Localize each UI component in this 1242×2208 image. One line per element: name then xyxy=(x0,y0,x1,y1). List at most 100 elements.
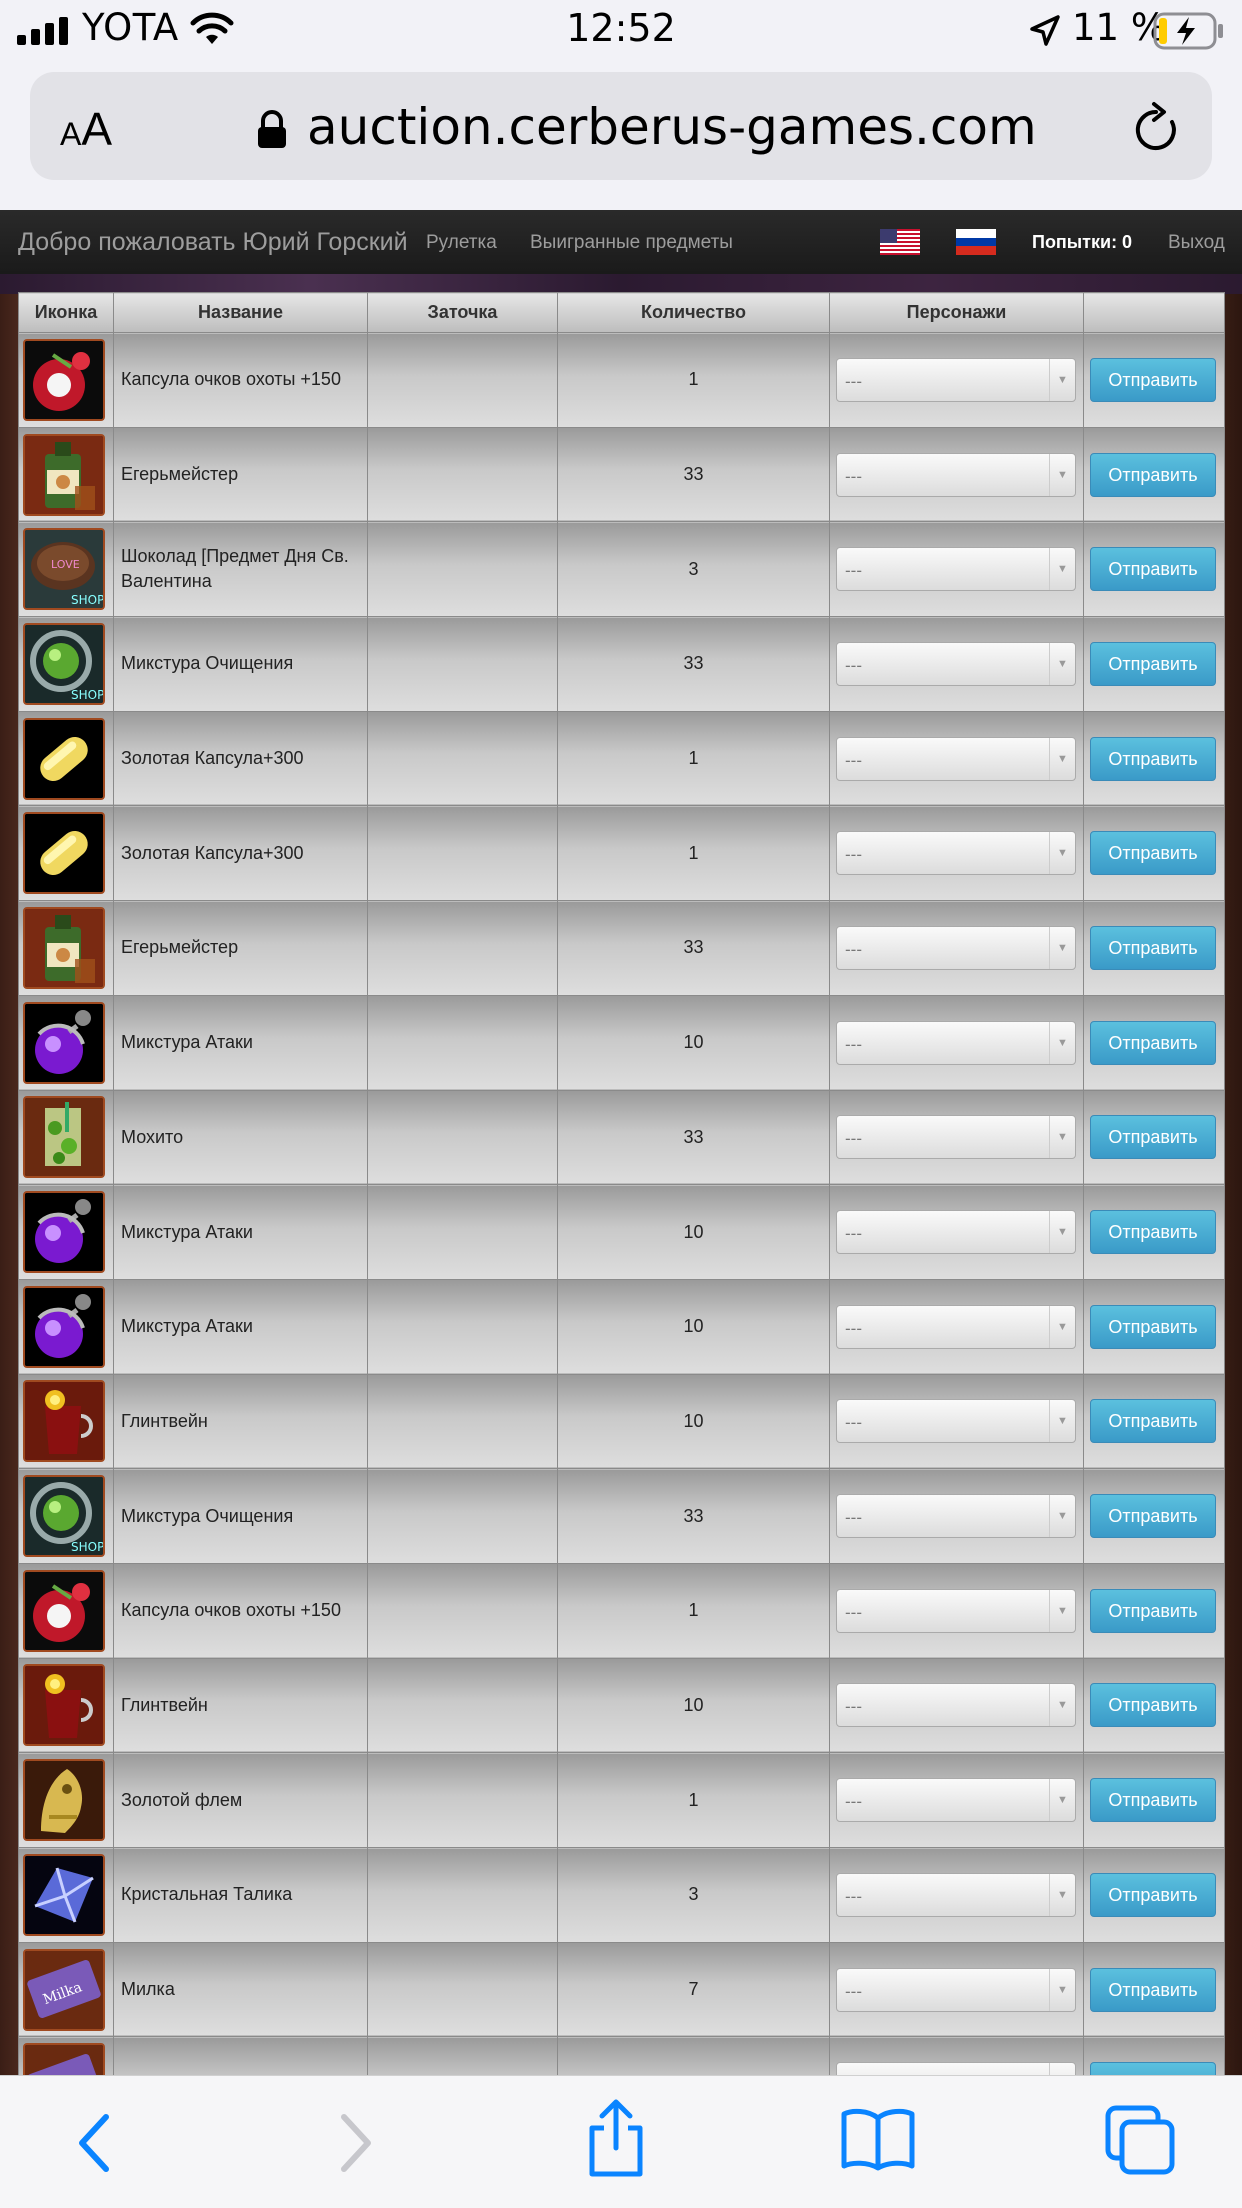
character-select[interactable]: ---▼ xyxy=(836,1872,1076,1917)
nav-won-items-link[interactable]: Выигранные предметы xyxy=(530,232,733,254)
item-name: Милка xyxy=(113,1941,368,2038)
table-row: Егерьмейстер 33 --- ▼ Отправить xyxy=(18,426,1225,523)
bookmarks-icon[interactable] xyxy=(840,2106,916,2172)
send-button[interactable]: Отправить xyxy=(1090,641,1216,686)
icon-cell xyxy=(18,1847,114,1943)
icon-cell: Milka xyxy=(18,2036,114,2075)
character-cell: --- ▼ xyxy=(829,900,1084,996)
send-button[interactable]: Отправить xyxy=(1090,1020,1216,1065)
character-select[interactable]: --- ▼ xyxy=(836,1683,1076,1728)
table-row: Микстура Атаки 10 --- ▼ Отправить xyxy=(18,994,1225,1091)
send-button[interactable]: Отправить xyxy=(1090,736,1216,781)
table-row: Кристальная Талика 3 --- ▼ Отправить xyxy=(18,1847,1225,1943)
item-quantity: 33 xyxy=(557,900,830,996)
character-select[interactable]: ---▼ xyxy=(836,1588,1076,1633)
item-quantity: 1 xyxy=(557,805,830,902)
character-select[interactable]: ---▼ xyxy=(836,1967,1076,2012)
send-button[interactable]: Отправить xyxy=(1090,1115,1216,1160)
tabs-icon[interactable] xyxy=(1104,2104,1178,2176)
character-cell: --- ▼ xyxy=(829,1657,1084,1754)
chevron-down-icon: ▼ xyxy=(1049,1305,1075,1348)
character-select[interactable]: ---▼ xyxy=(836,547,1076,592)
gold-figure-icon xyxy=(23,1759,105,1842)
table-row: Milka Милка 7 --- ▼ Отправить xyxy=(18,1941,1225,2038)
character-select[interactable]: ---▼ xyxy=(836,1020,1076,1065)
send-button[interactable]: Отправить xyxy=(1090,831,1216,876)
text-size-button[interactable]: AA xyxy=(60,102,112,156)
icon-cell: Milka xyxy=(18,1941,114,2038)
ru-flag-icon[interactable] xyxy=(956,229,996,255)
reload-icon[interactable] xyxy=(1132,100,1182,156)
icon-cell xyxy=(18,1373,114,1470)
battery-charging-icon xyxy=(1153,12,1223,50)
item-name: Кристальная Талика xyxy=(113,1847,368,1943)
mojito-icon xyxy=(23,1096,105,1179)
column-header: Количество xyxy=(557,292,830,333)
character-select[interactable]: ---▼ xyxy=(836,1399,1076,1444)
table-row: Золотая Капсула+300 1 --- ▼ Отправить xyxy=(18,710,1225,807)
send-button[interactable]: Отправить xyxy=(1090,1967,1216,2012)
character-select[interactable]: ---▼ xyxy=(836,1210,1076,1255)
item-name: Капсула очков охоты +150 xyxy=(113,332,368,428)
character-select[interactable]: ---▼ xyxy=(836,452,1076,497)
character-select[interactable]: ---▼ xyxy=(836,1494,1076,1539)
nav-roulette-link[interactable]: Рулетка xyxy=(426,232,497,254)
liquor-bottle-icon xyxy=(23,433,105,516)
us-flag-icon[interactable] xyxy=(880,229,920,255)
character-cell: --- ▼ xyxy=(829,710,1084,807)
character-cell: --- ▼ xyxy=(829,1373,1084,1470)
character-select[interactable]: ---▼ xyxy=(836,1304,1076,1349)
send-button[interactable]: Отправить xyxy=(1090,547,1216,592)
character-select[interactable]: ---▼ xyxy=(836,925,1076,970)
character-cell: --- ▼ xyxy=(829,332,1084,428)
character-select[interactable]: ---▼ xyxy=(836,2062,1076,2075)
logout-link[interactable]: Выход xyxy=(1168,232,1225,254)
action-cell: Отправить xyxy=(1083,1562,1225,1659)
forward-icon[interactable] xyxy=(330,2111,380,2175)
send-button[interactable]: Отправить xyxy=(1090,1778,1216,1823)
character-select[interactable]: ---▼ xyxy=(836,831,1076,876)
action-cell: Отправить xyxy=(1083,1847,1225,1943)
table-row: Milka ---▼ Отправить xyxy=(18,2036,1225,2075)
chevron-down-icon: ▼ xyxy=(1049,642,1075,685)
column-header: Заточка xyxy=(367,292,558,333)
icon-cell xyxy=(18,710,114,807)
table-row: Глинтвейн 10 --- ▼ Отправить xyxy=(18,1373,1225,1470)
action-cell: Отправить xyxy=(1083,805,1225,902)
send-button[interactable]: Отправить xyxy=(1090,1304,1216,1349)
item-quantity xyxy=(557,2036,830,2075)
item-name xyxy=(113,2036,368,2075)
select-value: --- xyxy=(845,1697,862,1717)
character-select[interactable]: ---▼ xyxy=(836,357,1076,402)
send-button[interactable]: Отправить xyxy=(1090,1588,1216,1633)
send-button[interactable]: Отправить xyxy=(1090,1210,1216,1255)
item-enchant xyxy=(367,1373,558,1470)
item-quantity: 33 xyxy=(557,616,830,712)
item-quantity: 3 xyxy=(557,1847,830,1943)
send-button[interactable]: Отправить xyxy=(1090,2062,1216,2075)
chevron-down-icon: ▼ xyxy=(1049,1779,1075,1822)
send-button[interactable]: Отправить xyxy=(1090,925,1216,970)
item-enchant xyxy=(367,1468,558,1564)
send-button[interactable]: Отправить xyxy=(1090,1494,1216,1539)
battery-percent: 11 % xyxy=(1072,6,1166,49)
send-button[interactable]: Отправить xyxy=(1090,1399,1216,1444)
chevron-down-icon: ▼ xyxy=(1049,548,1075,591)
address-bar[interactable]: AA auction.cerberus-games.com xyxy=(30,72,1212,180)
attack-potion-icon xyxy=(23,1191,105,1274)
chevron-down-icon: ▼ xyxy=(1049,1684,1075,1727)
item-enchant xyxy=(367,1847,558,1943)
back-icon[interactable] xyxy=(70,2111,120,2175)
share-icon[interactable] xyxy=(584,2098,648,2178)
character-select[interactable]: ---▼ xyxy=(836,736,1076,781)
send-button[interactable]: Отправить xyxy=(1090,357,1216,402)
character-select[interactable]: ---▼ xyxy=(836,1115,1076,1160)
icon-cell xyxy=(18,1562,114,1659)
send-button[interactable]: Отправить xyxy=(1090,1683,1216,1728)
character-select[interactable]: ---▼ xyxy=(836,641,1076,686)
select-value: --- xyxy=(845,1981,862,2001)
character-select[interactable]: ---▼ xyxy=(836,1778,1076,1823)
send-button[interactable]: Отправить xyxy=(1090,452,1216,497)
item-enchant xyxy=(367,2036,558,2075)
send-button[interactable]: Отправить xyxy=(1090,1872,1216,1917)
